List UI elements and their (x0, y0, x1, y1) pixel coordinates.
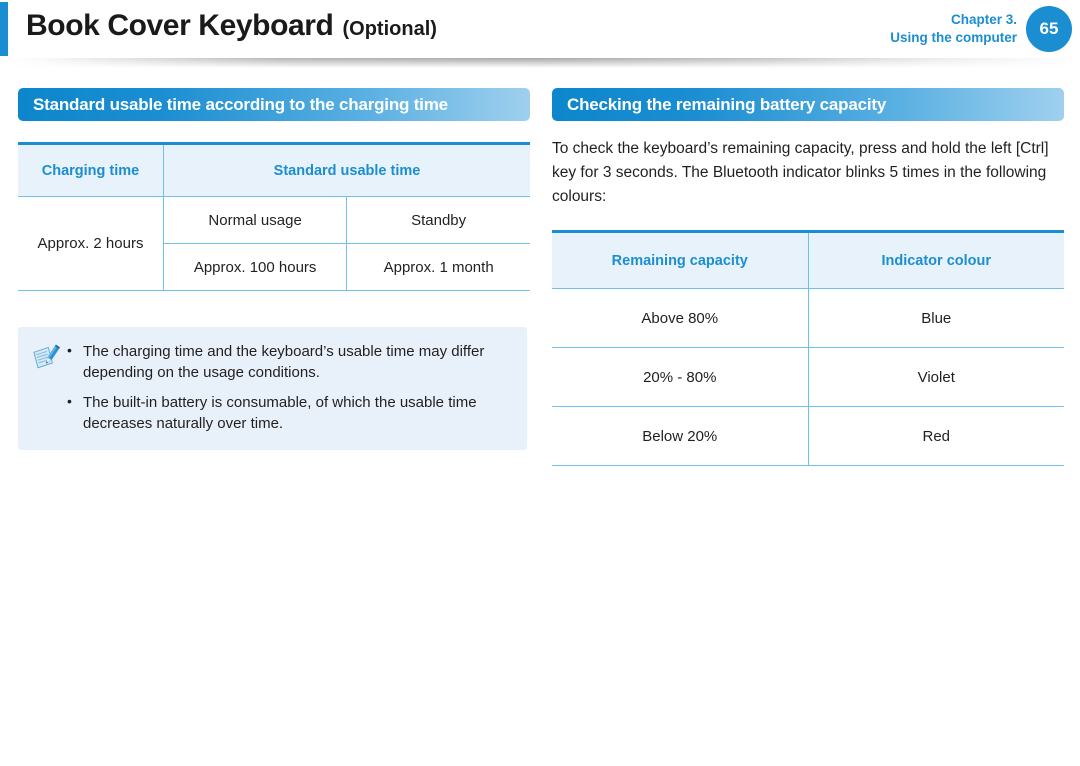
table-bottom-rule (163, 290, 347, 291)
section-heading-label: Checking the remaining battery capacity (567, 94, 887, 114)
column-header-indicator-colour: Indicator colour (807, 230, 1064, 289)
cell-standby-duration: Approx. 1 month (346, 243, 530, 291)
table-header-row: Remaining capacity Indicator colour (552, 230, 1064, 289)
cell-capacity-range: 20% - 80% (552, 347, 808, 407)
left-column: Standard usable time according to the ch… (18, 88, 530, 466)
page-title: Book Cover Keyboard (26, 9, 334, 42)
note-box: The charging time and the keyboard’s usa… (18, 327, 527, 450)
page-content: Standard usable time according to the ch… (0, 88, 1080, 466)
table-header-row: Charging time Standard usable time (18, 142, 530, 197)
note-item: The built-in battery is consumable, of w… (62, 391, 511, 434)
cell-usage-mode-normal: Normal usage (162, 196, 347, 244)
cell-charging-time-value: Approx. 2 hours (18, 196, 164, 291)
table-bottom-rule-row (18, 290, 530, 291)
header-accent-bar (0, 2, 8, 56)
right-column: Checking the remaining battery capacity … (552, 88, 1064, 466)
table-row: Below 20% Red (552, 406, 1064, 466)
header-chapter-group: Chapter 3. Using the computer 65 (890, 6, 1072, 52)
cell-indicator-colour: Red (807, 406, 1064, 466)
chapter-name: Using the computer (890, 30, 1017, 45)
charging-time-table: Charging time Standard usable time Appro… (18, 142, 530, 291)
table-row: Approx. 2 hours Normal usage Standby (18, 196, 530, 291)
table-row: 20% - 80% Violet (552, 347, 1064, 407)
table-bottom-rule (18, 290, 164, 291)
battery-capacity-paragraph: To check the keyboard’s remaining capaci… (552, 140, 1049, 205)
section-heading-usable-time: Standard usable time according to the ch… (18, 88, 530, 121)
header-divider (0, 58, 1080, 68)
table-bottom-rule (346, 290, 530, 291)
column-header-remaining-capacity: Remaining capacity (552, 230, 808, 289)
cell-indicator-colour: Blue (807, 288, 1064, 348)
note-item: The charging time and the keyboard’s usa… (62, 340, 511, 383)
page-header: Book Cover Keyboard (Optional) Chapter 3… (0, 0, 1080, 68)
column-header-charging-time: Charging time (18, 142, 164, 197)
chapter-label: Chapter 3. Using the computer (890, 11, 1017, 47)
page-title-optional-tag: (Optional) (342, 18, 437, 40)
chapter-number: Chapter 3. (950, 12, 1017, 27)
cell-capacity-range: Above 80% (552, 288, 808, 348)
section-heading-battery-capacity: Checking the remaining battery capacity (552, 88, 1064, 121)
note-list: The charging time and the keyboard’s usa… (62, 340, 511, 434)
cell-capacity-range: Below 20% (552, 406, 808, 466)
remaining-capacity-table: Remaining capacity Indicator colour Abov… (552, 230, 1064, 466)
page-number-badge: 65 (1026, 6, 1072, 52)
table-row: Above 80% Blue (552, 288, 1064, 348)
cell-usage-mode-standby: Standby (346, 196, 530, 244)
page-title-group: Book Cover Keyboard (Optional) (26, 9, 437, 43)
cell-indicator-colour: Violet (807, 347, 1064, 407)
note-pencil-icon (33, 344, 61, 369)
cell-normal-usage-duration: Approx. 100 hours (162, 243, 347, 291)
column-header-standard-usable-time: Standard usable time (163, 142, 530, 197)
section-heading-label: Standard usable time according to the ch… (33, 94, 448, 114)
